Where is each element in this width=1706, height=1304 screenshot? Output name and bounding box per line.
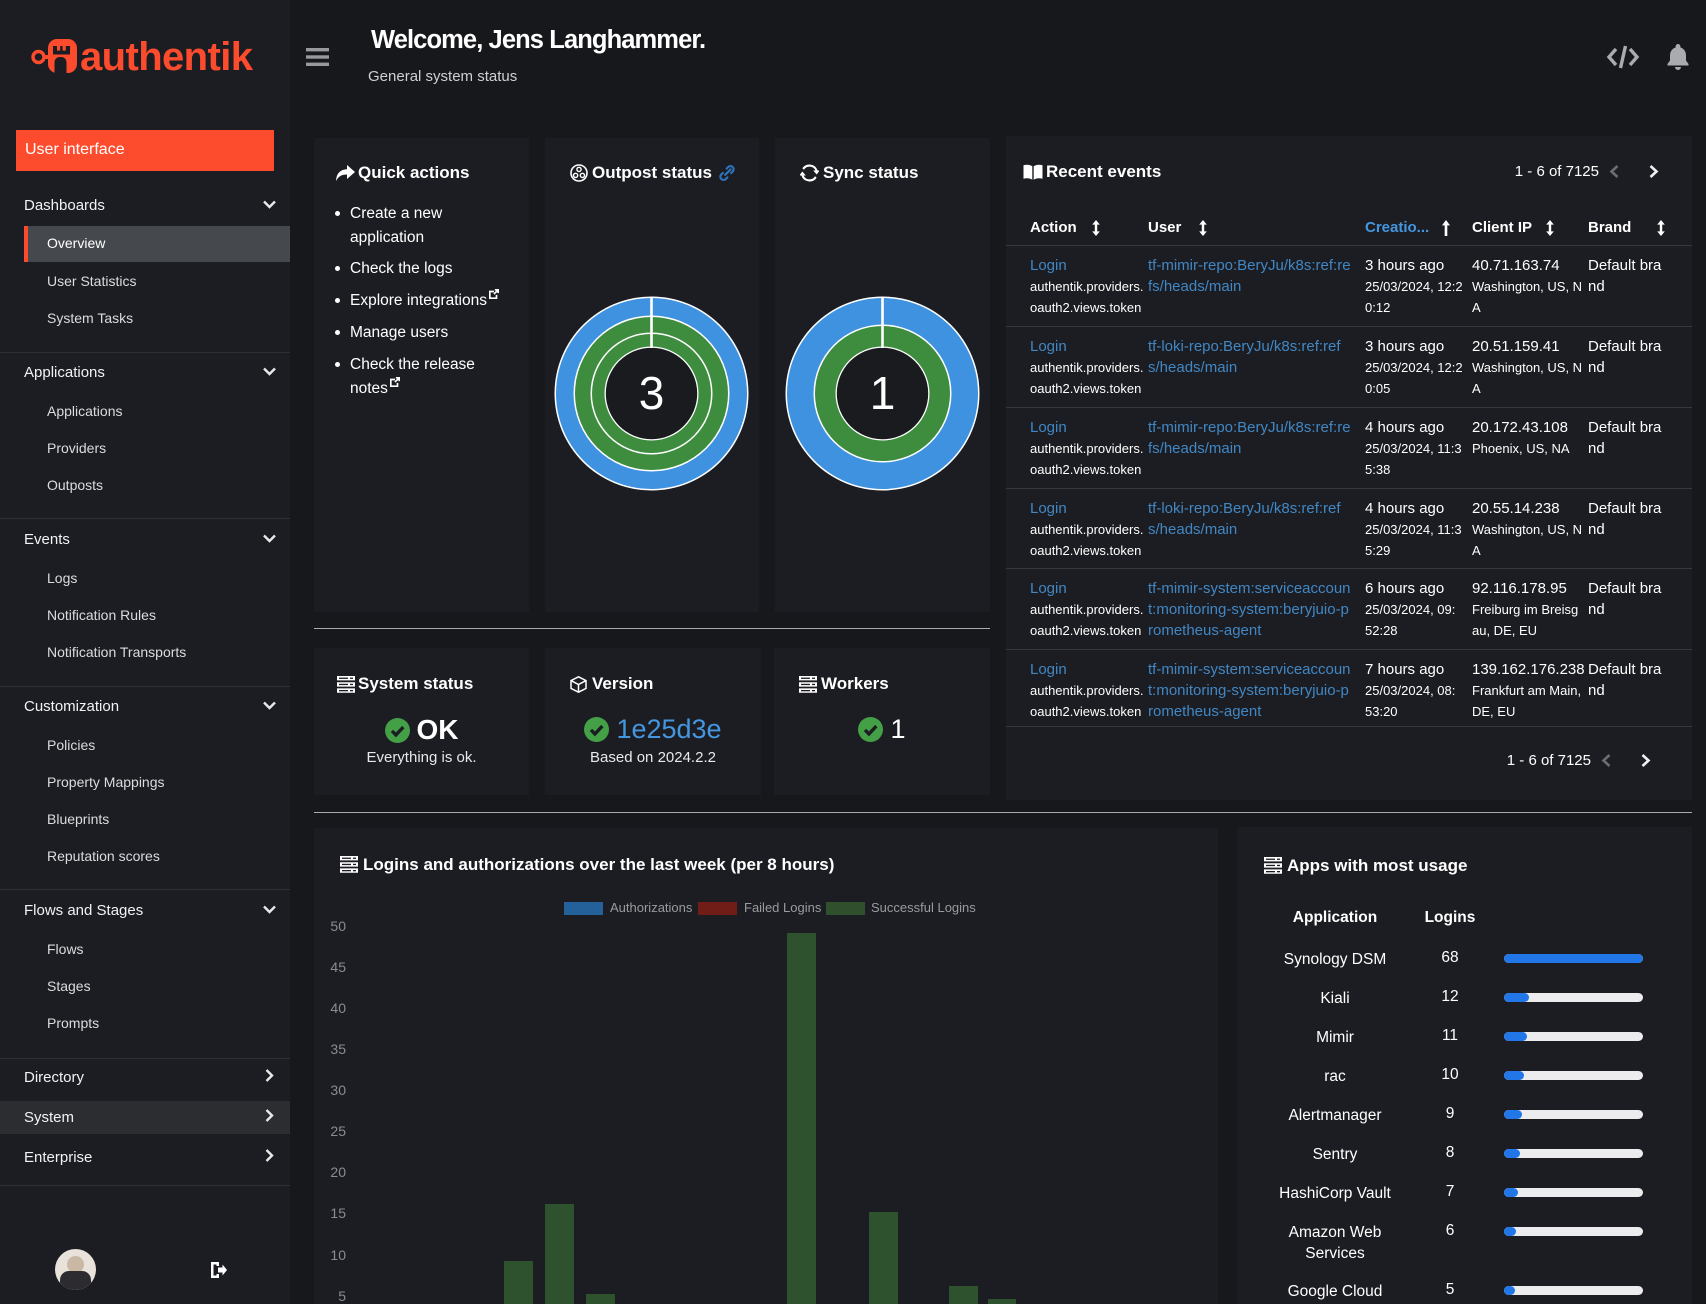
svg-text:1: 1 [870, 367, 896, 419]
svg-text:authentik: authentik [80, 35, 254, 79]
svg-text:3: 3 [639, 367, 665, 419]
